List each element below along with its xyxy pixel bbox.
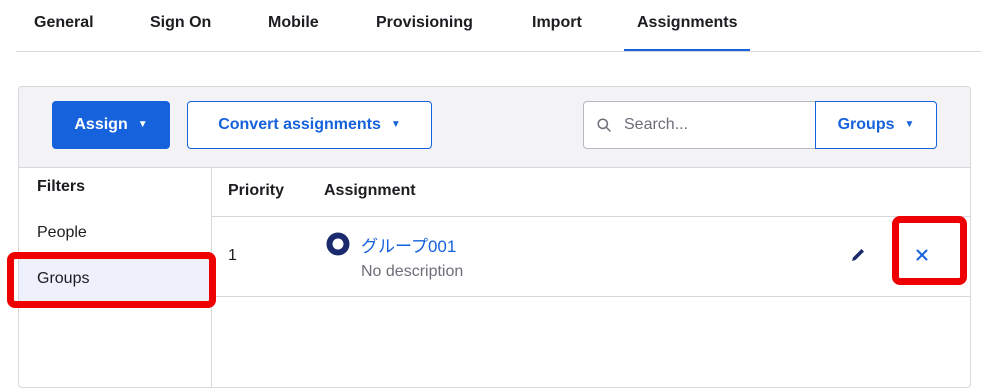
priority-cell: 1 bbox=[228, 247, 237, 264]
group-description: No description bbox=[361, 263, 464, 280]
tab-general[interactable]: General bbox=[34, 14, 94, 52]
filters-title: Filters bbox=[37, 178, 86, 195]
group-icon bbox=[326, 232, 350, 256]
tab-sign-on[interactable]: Sign On bbox=[150, 14, 211, 52]
filter-people-label: People bbox=[37, 224, 87, 241]
caret-down-icon: ▼ bbox=[137, 119, 148, 130]
tab-mobile[interactable]: Mobile bbox=[268, 14, 319, 52]
caret-down-icon: ▼ bbox=[904, 119, 915, 130]
convert-assignments-label: Convert assignments bbox=[218, 116, 381, 133]
highlight-groups-filter bbox=[7, 252, 216, 308]
assign-button[interactable]: Assign ▼ bbox=[52, 101, 170, 149]
tab-divider bbox=[16, 51, 981, 52]
convert-assignments-button[interactable]: Convert assignments ▼ bbox=[187, 101, 432, 149]
column-header-priority: Priority bbox=[228, 182, 285, 199]
pencil-icon[interactable] bbox=[848, 245, 868, 265]
groups-select-button[interactable]: Groups ▼ bbox=[815, 101, 937, 149]
highlight-remove-button bbox=[892, 216, 967, 285]
tab-import[interactable]: Import bbox=[532, 14, 582, 52]
assign-button-label: Assign bbox=[74, 116, 128, 133]
tab-assignments[interactable]: Assignments bbox=[623, 14, 752, 52]
assignments-panel: Assign ▼ Convert assignments ▼ Groups ▼ … bbox=[18, 86, 971, 388]
filter-people[interactable]: People bbox=[19, 210, 211, 256]
groups-select-label: Groups bbox=[837, 116, 895, 133]
search-icon bbox=[596, 117, 612, 133]
toolbar: Assign ▼ Convert assignments ▼ Groups ▼ bbox=[19, 87, 970, 168]
tab-provisioning[interactable]: Provisioning bbox=[376, 14, 473, 52]
column-header-assignment: Assignment bbox=[324, 182, 416, 199]
table-header: Priority Assignment bbox=[212, 168, 970, 217]
group-name-link[interactable]: グループ001 bbox=[361, 232, 456, 257]
table-row: 1 グループ001 No description bbox=[212, 217, 970, 297]
caret-down-icon: ▼ bbox=[390, 119, 401, 130]
search-box bbox=[583, 101, 815, 149]
tab-bar: General Sign On Mobile Provisioning Impo… bbox=[0, 0, 981, 52]
search-input[interactable] bbox=[622, 115, 806, 135]
